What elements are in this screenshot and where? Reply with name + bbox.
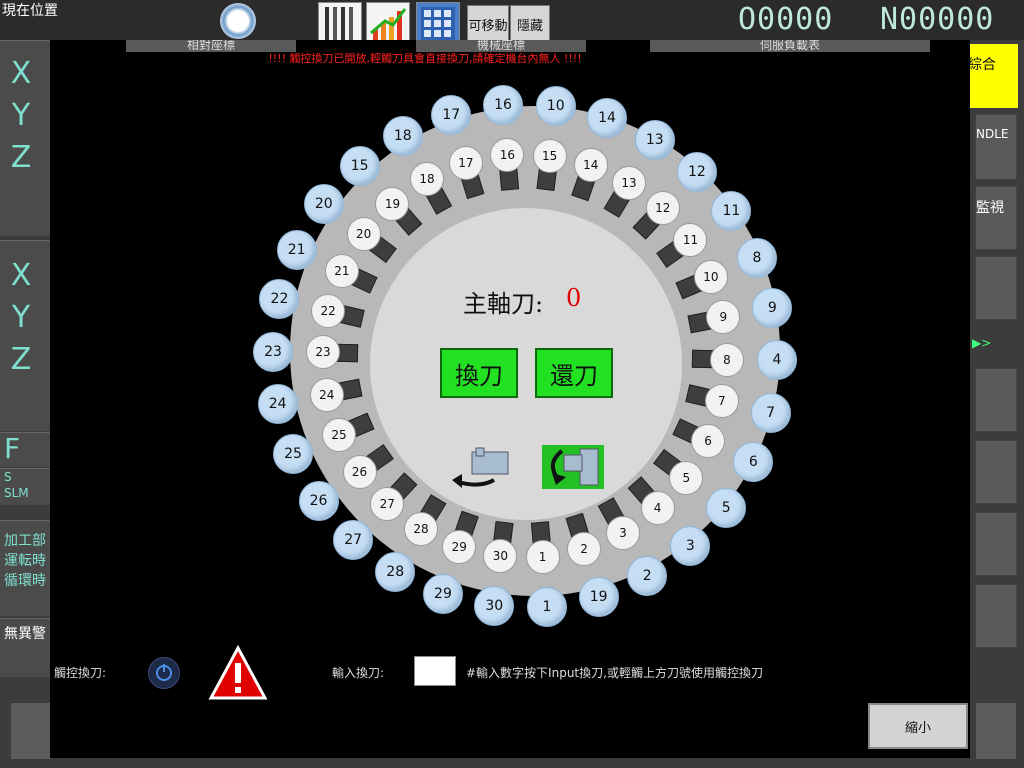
side-button-7[interactable] [975, 512, 1017, 576]
pocket-slot[interactable]: 14 [573, 148, 608, 182]
tool-button[interactable]: 15 [339, 145, 380, 186]
pocket-slot[interactable]: 15 [532, 138, 567, 173]
side-button-6[interactable] [975, 440, 1017, 504]
tool-number-input[interactable] [414, 656, 456, 686]
handle-label: NDLE [976, 127, 1009, 141]
axis-z-label: Z [10, 140, 32, 175]
axis-x-label: X [10, 56, 32, 91]
side-button-8[interactable] [975, 584, 1017, 648]
tool-button[interactable]: 5 [706, 487, 747, 528]
warning-message: !!!! 觸控換刀已開放,輕觸刀具會直接換刀,請確定機台內無人 !!!! [268, 52, 582, 65]
input-change-label: 輸入換刀: [332, 666, 385, 680]
tool-button[interactable]: 23 [253, 331, 294, 372]
tool-button[interactable]: 13 [634, 119, 675, 160]
monitor-label: 監視 [976, 200, 1004, 216]
pocket-slot[interactable]: 24 [309, 377, 344, 412]
runtime-label: 運転時 [4, 553, 46, 569]
tool-button[interactable]: 16 [483, 84, 524, 125]
pocket-slot[interactable]: 25 [322, 417, 357, 452]
softkey-right[interactable] [975, 702, 1017, 760]
pocket-slot[interactable]: 10 [693, 260, 728, 295]
axis-y-label-2: Y [11, 300, 31, 335]
pocket-slot[interactable]: 1 [525, 540, 560, 575]
tool-button[interactable]: 28 [375, 552, 416, 592]
magazine-center [370, 208, 682, 520]
pocket-slot[interactable]: 3 [605, 515, 640, 550]
handle-button[interactable]: NDLE [975, 114, 1017, 180]
tool-button[interactable]: 9 [752, 287, 793, 328]
tab-combined-label: 綜合 [968, 57, 996, 73]
info-panel: 加工部 運転時 循環時 [0, 520, 50, 616]
tool-button[interactable]: 14 [587, 97, 628, 138]
pocket-slot[interactable]: 29 [442, 529, 477, 564]
spindle-status-icon[interactable] [220, 3, 256, 39]
tool-button[interactable]: 1 [526, 587, 567, 628]
tool-button[interactable]: 18 [382, 115, 423, 156]
axis-x-label-2: X [10, 258, 32, 293]
tool-button[interactable]: 8 [736, 237, 777, 278]
spindle-panel: S SLM [0, 468, 50, 505]
input-hint: #輸入數字按下Input換刀,或輕觸上方刀號使用觸控換刀 [466, 666, 763, 680]
pocket-slot[interactable]: 20 [346, 217, 381, 252]
tool-button[interactable]: 10 [535, 85, 576, 126]
softkey-left[interactable] [10, 702, 52, 760]
sequence-number: N00000 [880, 2, 995, 37]
program-number: O0000 [738, 2, 834, 37]
side-button-4[interactable] [975, 256, 1017, 320]
tool-button[interactable]: 26 [298, 480, 339, 521]
tool-button[interactable]: 19 [578, 576, 619, 617]
top-bar: 現在位置 可移動 隱藏 O0000 N00000 [0, 0, 1024, 46]
spindle-tool-label: 主軸刀: [463, 290, 544, 318]
arrow-indicator: ▶> [972, 336, 992, 350]
change-tool-button[interactable]: 換刀 [440, 348, 518, 398]
machining-label: 加工部 [4, 533, 46, 549]
pocket-slot[interactable]: 7 [704, 384, 739, 419]
load-tool-icon[interactable] [542, 445, 604, 489]
pocket-slot[interactable]: 27 [370, 486, 405, 521]
touch-change-label: 觸控換刀: [54, 666, 107, 680]
power-toggle-icon[interactable] [148, 657, 180, 689]
pocket-slot[interactable]: 21 [324, 253, 359, 288]
pocket-slot[interactable]: 4 [640, 491, 675, 526]
pocket-slot[interactable]: 28 [403, 512, 438, 547]
tool-button[interactable]: 7 [750, 392, 791, 433]
pocket-slot[interactable]: 22 [311, 293, 346, 328]
unload-tool-icon[interactable] [450, 446, 514, 490]
axis-z-label-2: Z [10, 342, 32, 377]
hide-button[interactable]: 隱藏 [510, 5, 550, 43]
pocket-slot[interactable]: 2 [567, 532, 602, 567]
alarm-panel: 無異警 [0, 618, 50, 677]
feed-panel: F [0, 432, 50, 467]
cycle-label: 循環時 [4, 573, 46, 589]
pocket-slot[interactable]: 13 [612, 165, 647, 200]
pocket-slot[interactable]: 16 [490, 137, 525, 172]
pocket-slot[interactable]: 26 [342, 454, 377, 489]
pocket-slot[interactable]: 17 [448, 145, 483, 180]
tool-button[interactable]: 20 [303, 184, 344, 225]
tool-button[interactable]: 24 [257, 384, 298, 425]
pocket-slot[interactable]: 8 [709, 342, 744, 377]
s-label: S [4, 470, 12, 484]
spindle-tool-value: 0 [566, 284, 582, 312]
tool-button[interactable]: 21 [276, 229, 317, 270]
shrink-button[interactable]: 縮小 [868, 703, 968, 749]
side-button-5[interactable] [975, 368, 1017, 432]
pocket-slot[interactable]: 12 [645, 191, 680, 226]
slm-label: SLM [4, 486, 29, 500]
pocket-slot[interactable]: 5 [669, 460, 704, 495]
warning-triangle-icon [208, 644, 268, 701]
axis-y-label: Y [11, 98, 31, 133]
tab-combined[interactable]: 綜合 [968, 44, 1018, 108]
tool-button[interactable]: 12 [676, 151, 717, 192]
return-tool-button[interactable]: 還刀 [535, 348, 613, 398]
coordinate-panel-1: X Y Z [0, 40, 50, 236]
alarm-status: 無異警 [4, 626, 46, 642]
position-title: 現在位置 [2, 3, 58, 19]
feed-label: F [4, 432, 21, 465]
monitor-button[interactable]: 監視 [975, 186, 1017, 250]
coordinate-panel-2: X Y Z [0, 240, 50, 431]
movable-button[interactable]: 可移動 [467, 5, 509, 43]
tool-button[interactable]: 29 [422, 574, 463, 615]
pocket-slot[interactable]: 19 [375, 186, 410, 221]
